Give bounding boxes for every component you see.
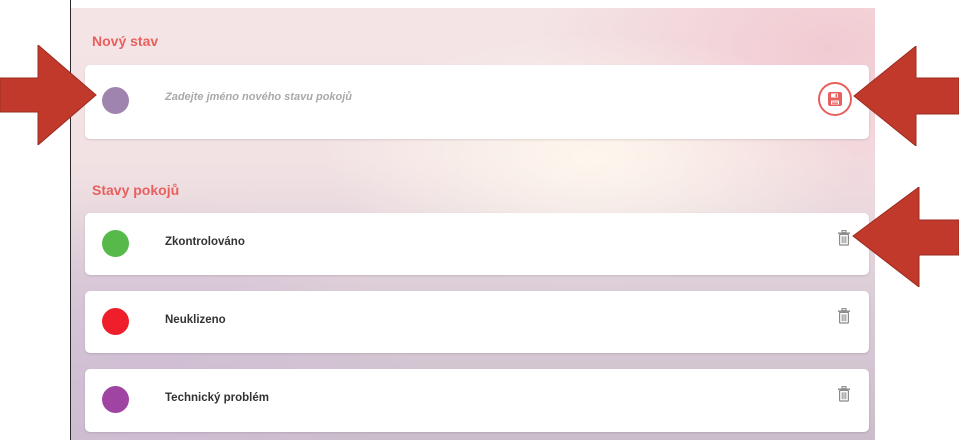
save-button[interactable] (818, 82, 852, 116)
annotation-arrow-left-icon (853, 46, 959, 146)
new-state-color-picker[interactable] (102, 87, 129, 114)
state-label: Technický problém (165, 392, 269, 404)
state-color-dot[interactable] (102, 308, 129, 335)
state-label: Neuklizeno (165, 314, 226, 326)
new-state-card: Zadejte jméno nového stavu pokojů (85, 65, 869, 139)
state-row: Neuklizeno (85, 291, 869, 353)
new-state-name-input[interactable]: Zadejte jméno nového stavu pokojů (165, 91, 352, 103)
state-color-dot[interactable] (102, 386, 129, 413)
new-state-title: Nový stav (92, 33, 159, 49)
state-row: Zkontrolováno (85, 213, 869, 275)
state-row: Technický problém (85, 369, 869, 432)
annotation-arrow-right-icon (0, 45, 97, 145)
floppy-disk-icon (828, 92, 842, 106)
annotation-arrow-left-icon (852, 187, 959, 287)
trash-icon[interactable] (837, 386, 851, 402)
room-states-title: Stavy pokojů (92, 182, 180, 198)
state-label: Zkontrolováno (165, 236, 245, 248)
trash-icon[interactable] (837, 230, 851, 246)
state-color-dot[interactable] (102, 230, 129, 257)
trash-icon[interactable] (837, 308, 851, 324)
